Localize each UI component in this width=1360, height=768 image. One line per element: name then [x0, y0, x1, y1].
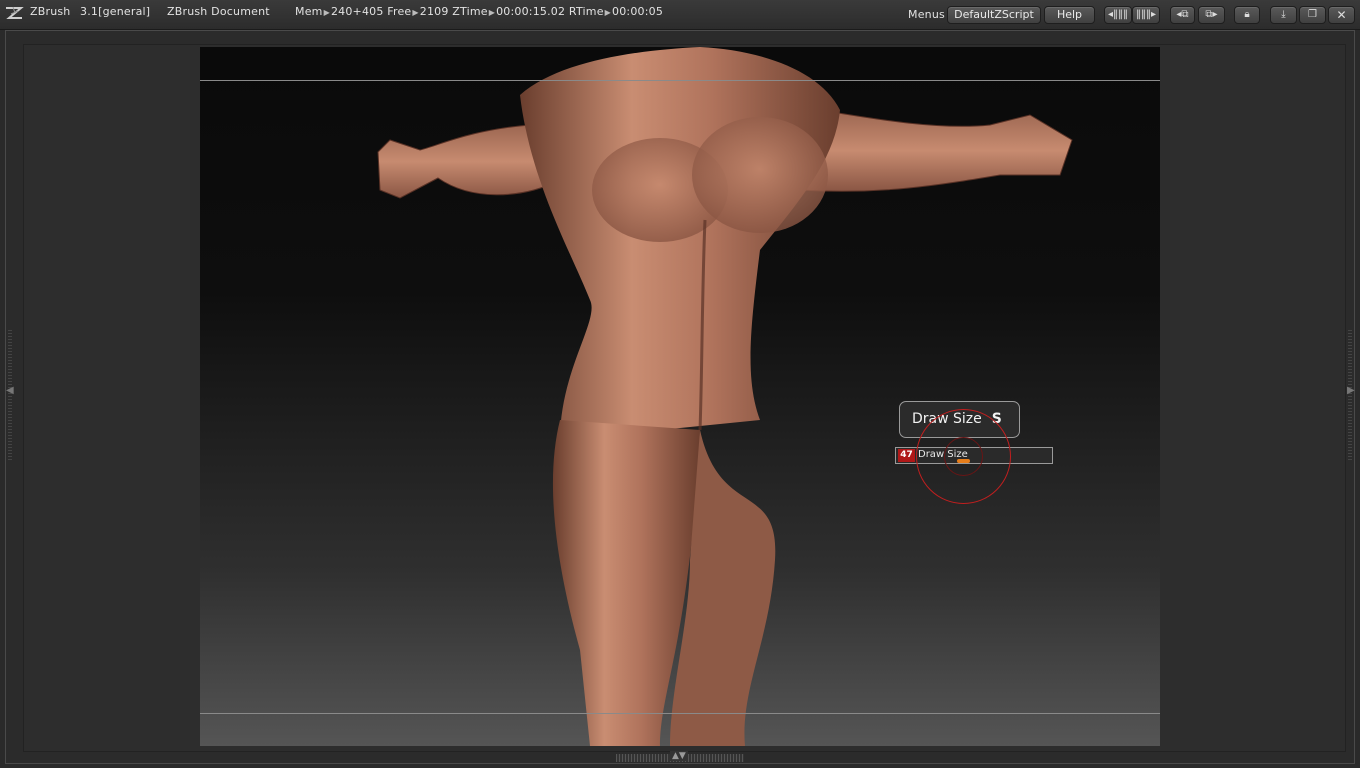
- free-value: 2109: [419, 5, 449, 18]
- lock-icon[interactable]: 🔒︎: [1234, 6, 1260, 24]
- guide-line: [200, 80, 1160, 81]
- minimize-icon[interactable]: ⤓: [1270, 6, 1297, 24]
- document-name: ZBrush Document: [167, 5, 270, 18]
- app-name: ZBrush: [30, 5, 71, 18]
- brush-cursor-inner: [944, 437, 983, 476]
- default-zscript-button[interactable]: DefaultZScript: [947, 6, 1041, 24]
- slider-value: 47: [898, 449, 915, 462]
- close-icon[interactable]: ✕: [1328, 6, 1355, 24]
- arrow-icon: ▶: [412, 8, 419, 17]
- rtime-value: 00:00:05: [612, 5, 664, 18]
- chevron-up-icon: ▲▼: [670, 751, 688, 761]
- title-bar: ZBrush 3.1[general] ZBrush Document Mem▶…: [0, 0, 1360, 30]
- ztime-label: ZTime: [452, 5, 488, 18]
- chevron-right-icon: ▶: [1347, 385, 1355, 396]
- app-version: 3.1[general]: [80, 5, 151, 18]
- mem-value: 240+405: [330, 5, 384, 18]
- arrow-icon: ▶: [604, 8, 612, 17]
- bottom-tray-handle[interactable]: ▲▼: [616, 751, 744, 762]
- arrow-icon: ▶: [323, 8, 330, 17]
- palette-arrows-icon[interactable]: ◂‖‖‖: [1104, 6, 1132, 24]
- mem-label: Mem: [295, 5, 323, 18]
- document-canvas[interactable]: [200, 47, 1160, 746]
- menus-toggle[interactable]: Menus: [908, 8, 945, 21]
- chevron-left-icon: ◀: [6, 385, 14, 396]
- left-tray-handle[interactable]: ◀: [6, 330, 14, 460]
- restore-icon[interactable]: ❐: [1299, 6, 1326, 24]
- help-button[interactable]: Help: [1044, 6, 1095, 24]
- layout-icon[interactable]: ⧉▸: [1198, 6, 1225, 24]
- zbrush-logo-icon: [6, 6, 24, 19]
- guide-line: [200, 713, 1160, 714]
- right-tray-handle[interactable]: ▶: [1346, 330, 1355, 460]
- rtime-label: RTime: [568, 5, 604, 18]
- layout-icon[interactable]: ◂⧉: [1170, 6, 1195, 24]
- 3d-model-figure[interactable]: [200, 47, 1160, 746]
- ztime-value: 00:00:15.02: [496, 5, 566, 18]
- free-label: Free: [387, 5, 412, 18]
- stats-readout: Mem▶240+405 Free▶2109 ZTime▶00:00:15.02 …: [295, 5, 663, 18]
- palette-arrows-icon[interactable]: ‖‖‖▸: [1132, 6, 1160, 24]
- arrow-icon: ▶: [488, 8, 496, 17]
